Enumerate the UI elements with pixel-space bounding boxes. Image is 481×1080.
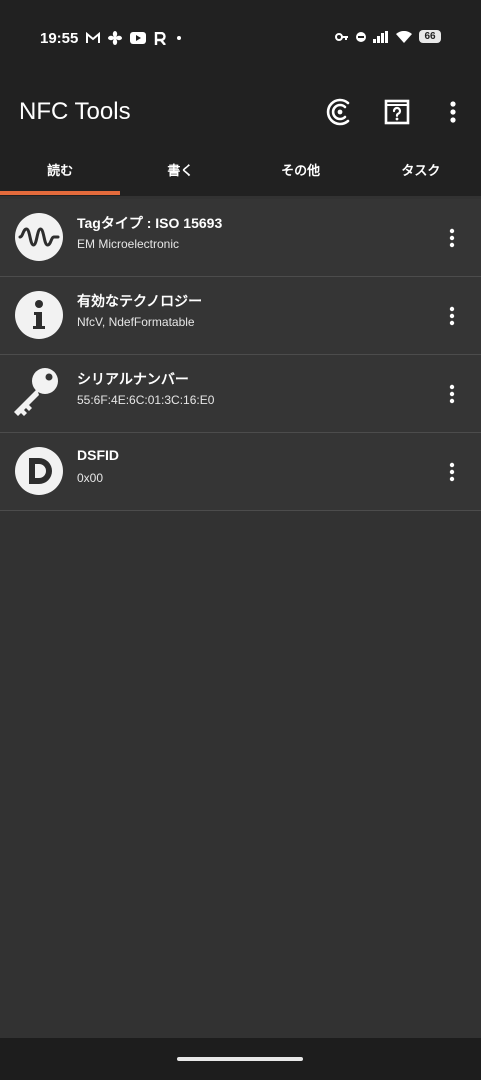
gesture-handle[interactable] bbox=[177, 1057, 303, 1061]
status-bar: 19:55 66 bbox=[0, 0, 481, 78]
app-title: NFC Tools bbox=[19, 98, 131, 125]
battery-icon: 66 bbox=[419, 30, 441, 43]
key-icon bbox=[14, 368, 63, 417]
tab-other[interactable]: その他 bbox=[241, 148, 361, 196]
wifi-icon bbox=[396, 30, 412, 43]
tab-bar: 読む 書く その他 タスク bbox=[0, 148, 481, 196]
item-menu-button[interactable] bbox=[443, 227, 461, 249]
item-menu-button[interactable] bbox=[443, 461, 461, 483]
overflow-menu-button[interactable] bbox=[436, 95, 470, 129]
item-subtitle: 0x00 bbox=[77, 471, 104, 485]
more-vert-icon bbox=[449, 306, 455, 326]
tab-write[interactable]: 書く bbox=[120, 148, 240, 196]
item-subtitle: 55:6F:4E:6C:01:3C:16:E0 bbox=[77, 393, 215, 407]
list-item-tag-type[interactable]: Tagタイプ : ISO 15693 EM Microelectronic bbox=[0, 199, 481, 277]
tab-tasks[interactable]: タスク bbox=[361, 148, 481, 196]
item-subtitle: EM Microelectronic bbox=[77, 237, 180, 251]
more-vert-icon bbox=[449, 228, 455, 248]
more-vert-icon bbox=[450, 101, 456, 123]
fan-icon bbox=[108, 31, 122, 45]
app-bar: NFC Tools bbox=[0, 78, 481, 148]
r-app-icon bbox=[154, 31, 166, 45]
item-title: 有効なテクノロジー bbox=[77, 293, 203, 309]
list-item-dsfid[interactable]: DSFID 0x00 bbox=[0, 433, 481, 511]
tab-read[interactable]: 読む bbox=[0, 148, 121, 196]
info-icon bbox=[15, 291, 63, 339]
wave-icon bbox=[15, 213, 63, 261]
help-button[interactable] bbox=[380, 95, 414, 129]
item-menu-button[interactable] bbox=[443, 305, 461, 327]
system-icons: 66 bbox=[335, 30, 441, 43]
item-title: シリアルナンバー bbox=[77, 371, 189, 387]
list-item-technologies[interactable]: 有効なテクノロジー NfcV, NdefFormatable bbox=[0, 277, 481, 355]
item-menu-button[interactable] bbox=[443, 383, 461, 405]
signal-icon bbox=[373, 30, 388, 43]
dnd-icon bbox=[356, 31, 366, 42]
vpn-key-icon bbox=[335, 32, 348, 41]
tag-info-list: Tagタイプ : ISO 15693 EM Microelectronic 有効… bbox=[0, 199, 481, 511]
more-vert-icon bbox=[449, 462, 455, 482]
item-subtitle: NfcV, NdefFormatable bbox=[77, 315, 195, 329]
status-time: 19:55 bbox=[40, 30, 79, 47]
gmail-icon bbox=[86, 32, 100, 43]
item-title: Tagタイプ : ISO 15693 bbox=[77, 215, 223, 231]
notification-icons bbox=[86, 31, 184, 45]
youtube-icon bbox=[130, 32, 146, 44]
nfc-scan-button[interactable] bbox=[323, 95, 357, 129]
item-title: DSFID bbox=[77, 447, 119, 463]
letter-d-icon bbox=[15, 447, 63, 495]
more-vert-icon bbox=[449, 384, 455, 404]
system-nav-bar bbox=[0, 1038, 481, 1080]
nfc-icon bbox=[326, 98, 350, 126]
dot-icon bbox=[177, 36, 181, 40]
help-book-icon bbox=[384, 99, 410, 125]
list-item-serial-number[interactable]: シリアルナンバー 55:6F:4E:6C:01:3C:16:E0 bbox=[0, 355, 481, 433]
